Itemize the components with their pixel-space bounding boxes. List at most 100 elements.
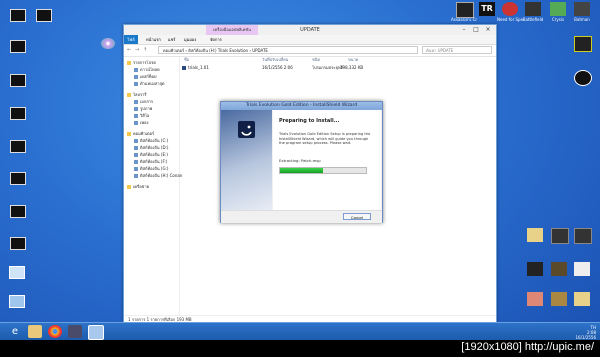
desktop-shortcut[interactable] [31, 7, 57, 29]
minimize-button[interactable]: – [458, 25, 470, 34]
nav-item[interactable]: รูปภาพ [134, 106, 152, 112]
shortcut-icon [10, 172, 26, 185]
tab-file[interactable]: ไฟล์ [124, 35, 138, 44]
desktop-game-icon[interactable] [569, 70, 595, 92]
desktop-file-icon[interactable] [569, 262, 595, 284]
desktop-file-icon[interactable] [522, 262, 548, 284]
game-icon [574, 2, 590, 16]
tab-manage[interactable]: จัดการ [210, 35, 222, 44]
up-icon[interactable]: ↑ [143, 47, 147, 53]
explorer-title-bar[interactable]: เครื่องมือแอปพลิเคชัน UPDATE – □ × [124, 25, 496, 35]
tr-icon: TR [479, 2, 495, 16]
nav-label: เครือข่าย [133, 184, 149, 189]
tab-share[interactable]: แชร์ [168, 35, 175, 44]
file-explorer-icon[interactable] [28, 325, 42, 338]
shortcut-icon [10, 237, 26, 250]
file-icon [551, 292, 567, 306]
desktop-video-icon[interactable] [569, 228, 595, 250]
nav-item[interactable]: ดิสก์ท้องถิ่น (H:) Conan [134, 173, 182, 179]
media-icon[interactable] [68, 325, 82, 338]
desktop-computer-icon[interactable] [4, 264, 30, 286]
installer-description: Trials Evolution Gold Edition Setup is p… [279, 132, 371, 146]
shortcut-icon [10, 40, 26, 53]
nav-label: ดิสก์ท้องถิ่น (F:) [140, 159, 168, 164]
nav-item[interactable]: ตำแหน่งล่าสุด [134, 81, 164, 87]
column-date[interactable]: วันที่ปรับเปลี่ยน [262, 57, 288, 63]
nav-item[interactable]: วิดีโอ [134, 113, 149, 119]
nav-item[interactable]: ดาวน์โหลด [134, 67, 160, 73]
nav-group[interactable]: ไลบรารี [127, 92, 147, 98]
nav-item[interactable]: ดิสก์ท้องถิ่น (E:) [134, 152, 168, 158]
tab-view[interactable]: มุมมอง [184, 35, 196, 44]
video-icon [551, 228, 569, 244]
nav-group[interactable]: รายการโปรด [127, 60, 156, 66]
taskbar: e TH 2:08 16/1/2556 [0, 322, 600, 341]
close-button[interactable]: × [482, 25, 494, 34]
desktop-file-icon[interactable] [522, 292, 548, 314]
video-icon [574, 228, 592, 244]
installer-heading: Preparing to Install... [279, 118, 340, 124]
nav-item[interactable]: ดิสก์ท้องถิ่น (G:) [134, 166, 168, 172]
nav-group[interactable]: เครือข่าย [127, 184, 149, 190]
desktop-shortcut[interactable] [5, 170, 31, 192]
disc-icon [101, 38, 115, 49]
folder-icon [134, 174, 138, 178]
nav-item[interactable]: เพลง [134, 120, 148, 126]
desktop-shortcut[interactable] [5, 203, 31, 225]
address-bar[interactable]: คอมพิวเตอร์ › ดิสก์ท้องถิ่น (H:) Trials … [158, 46, 418, 54]
nav-label: วิดีโอ [140, 113, 150, 118]
folder-icon [134, 75, 138, 79]
desktop-file-icon[interactable] [569, 292, 595, 314]
folder-icon [134, 146, 138, 150]
nav-item[interactable]: ดิสก์ท้องถิ่น (F:) [134, 159, 167, 165]
group-icon [127, 61, 131, 65]
column-name[interactable]: ชื่อ [184, 57, 189, 63]
desktop-folder-icon[interactable] [522, 228, 548, 250]
tab-home[interactable]: หน้าแรก [146, 35, 161, 44]
system-tray[interactable]: TH 2:08 16/1/2556 [540, 325, 596, 340]
desktop-shortcut[interactable] [5, 72, 31, 94]
installshield-logo-icon [238, 121, 255, 138]
desktop-game-icon[interactable]: Battlefield [520, 2, 546, 24]
installer-title[interactable]: Trials Evolution Gold Edition - InstallS… [221, 102, 382, 110]
nav-label: เพลง [140, 120, 149, 125]
nav-item[interactable]: เอกสาร [134, 99, 153, 105]
desktop-game-icon[interactable]: Crysis [545, 2, 571, 24]
folder-icon [134, 107, 138, 111]
back-icon[interactable]: ← [127, 47, 131, 53]
window-title: UPDATE [300, 27, 320, 33]
installer-side-banner [221, 110, 272, 210]
maximize-button[interactable]: □ [470, 25, 482, 34]
game-icon [502, 2, 518, 16]
desktop-shortcut[interactable] [5, 105, 31, 127]
desktop-game-icon[interactable]: Batman [569, 2, 595, 24]
installer-taskbar-icon[interactable] [88, 325, 104, 340]
desktop-recycle-bin[interactable] [4, 293, 30, 315]
search-input[interactable]: ค้นหา UPDATE [422, 46, 492, 54]
game-icon [574, 70, 592, 86]
file-icon [574, 292, 590, 306]
folder-icon [134, 100, 138, 104]
ie-icon[interactable]: e [8, 325, 22, 338]
nav-item[interactable]: ดิสก์ท้องถิ่น (D:) [134, 145, 168, 151]
desktop-shortcut[interactable] [5, 38, 31, 60]
column-size[interactable]: ขนาด [348, 57, 358, 63]
address-bar-row: ← → ↑ คอมพิวเตอร์ › ดิสก์ท้องถิ่น (H:) T… [124, 45, 496, 57]
ribbon-tabs: ไฟล์ หน้าแรก แชร์ มุมมอง จัดการ [124, 35, 496, 45]
chrome-icon[interactable] [48, 325, 62, 338]
cancel-button[interactable]: Cancel [343, 213, 371, 220]
desktop-shortcut[interactable] [5, 235, 31, 257]
desktop-shortcut[interactable] [5, 138, 31, 160]
nav-item[interactable]: เดสก์ท็อป [134, 74, 156, 80]
desktop-shortcut[interactable] [5, 7, 31, 29]
shortcut-icon [10, 9, 26, 22]
folder-icon [134, 121, 138, 125]
desktop-game-icon[interactable] [569, 36, 595, 58]
nav-item[interactable]: ดิสก์ท้องถิ่น (C:) [134, 138, 168, 144]
nav-group[interactable]: คอมพิวเตอร์ [127, 131, 154, 137]
column-type[interactable]: ชนิด [312, 57, 320, 63]
group-icon [127, 132, 131, 136]
desktop-disc-icon[interactable] [96, 36, 122, 58]
forward-icon[interactable]: → [135, 47, 139, 53]
file-row[interactable]: trials_1.01 16/1/2556 2:06 โปรแกรมประยุก… [180, 65, 494, 71]
